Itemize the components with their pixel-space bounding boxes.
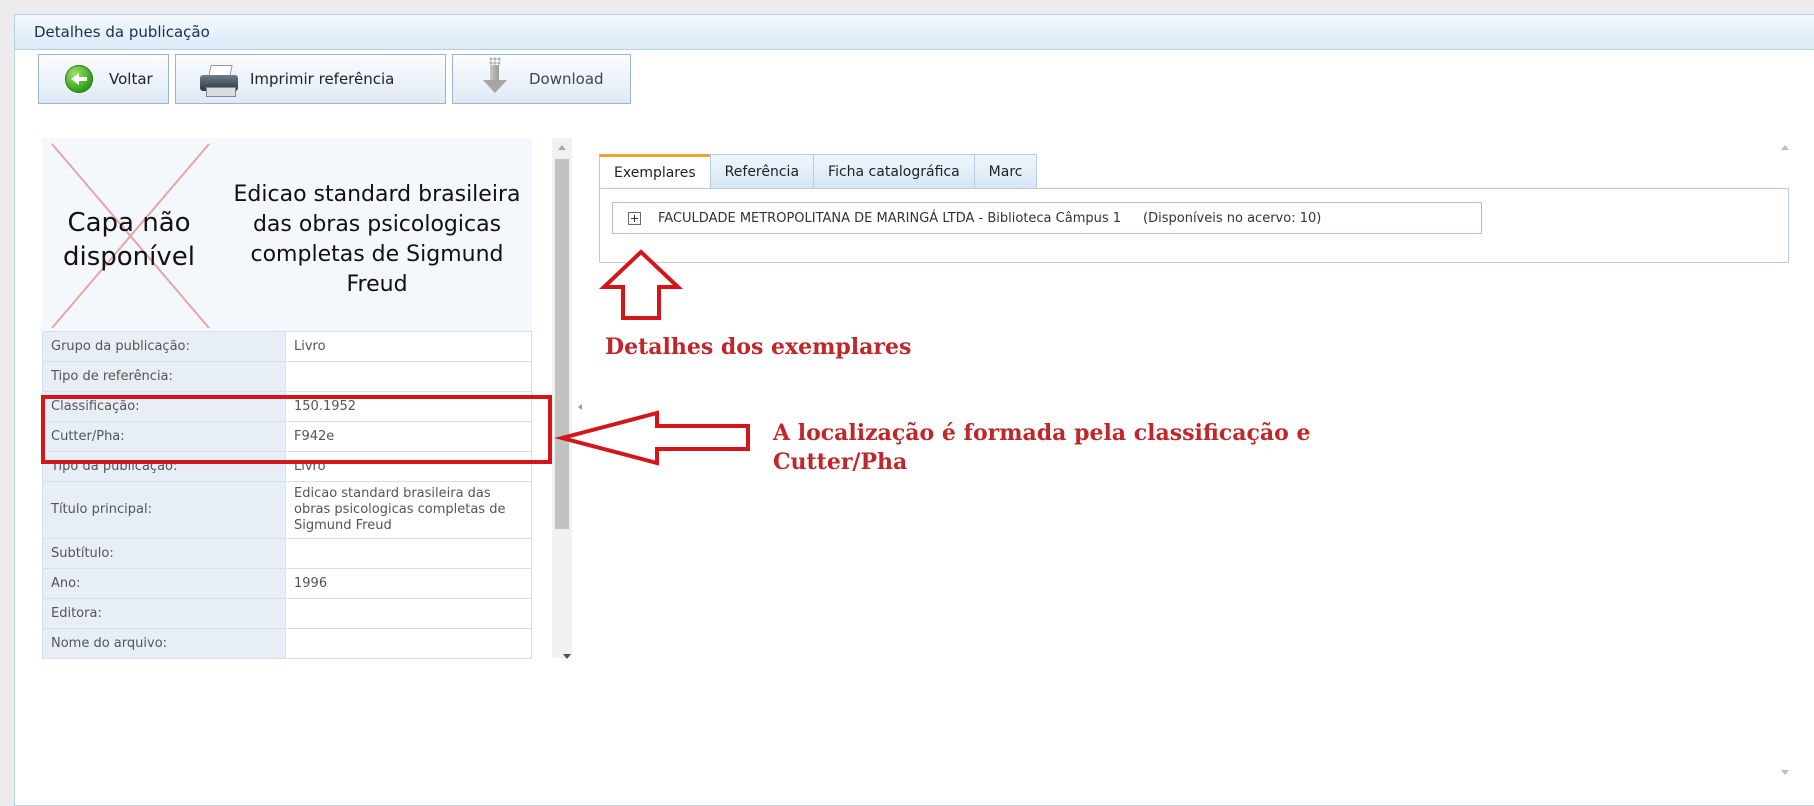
metadata-label: Título principal:	[42, 481, 286, 539]
exemplares-tab-content: FACULDADE METROPOLITANA DE MARINGÁ LTDA …	[599, 188, 1789, 263]
availability-count: (Disponíveis no acervo: 10)	[1143, 210, 1322, 226]
publication-metadata-table: Grupo da publicação: Livro Tipo de referên…	[42, 331, 532, 659]
metadata-row: Nome do arquivo:	[42, 628, 532, 659]
metadata-row: Classificação: 150.1952	[42, 391, 532, 422]
tab-referencia[interactable]: Referência	[709, 154, 815, 189]
metadata-row: Editora:	[42, 598, 532, 629]
metadata-row: Tipo de referência:	[42, 361, 532, 392]
download-arrow-icon	[481, 57, 507, 97]
cover-placeholder-text: Capa não disponível	[63, 208, 195, 272]
metadata-row: Título principal: Edicao standard brasile…	[42, 481, 532, 539]
cover-area: Capa não disponível Edicao standard bras…	[42, 138, 532, 331]
back-arrow-icon	[65, 65, 93, 93]
print-reference-label: Imprimir referência	[250, 70, 395, 88]
metadata-label: Tipo de referência:	[42, 361, 286, 392]
tab-ficha-catalografica[interactable]: Ficha catalográfica	[813, 154, 975, 189]
details-tabs-pane: Exemplares Referência Ficha catalográfic…	[587, 138, 1797, 786]
metadata-label: Grupo da publicação:	[42, 331, 286, 362]
metadata-label: Cutter/Pha:	[42, 421, 286, 452]
scroll-up-icon[interactable]	[1781, 145, 1789, 150]
print-reference-button[interactable]: Imprimir referência	[175, 54, 446, 104]
publication-info-pane: Capa não disponível Edicao standard bras…	[42, 138, 577, 786]
metadata-value	[285, 538, 532, 569]
metadata-label: Editora:	[42, 598, 286, 629]
metadata-row: Subtítulo:	[42, 538, 532, 569]
metadata-value: Edicao standard brasileira das obras psi…	[285, 481, 532, 539]
metadata-label: Subtítulo:	[42, 538, 286, 569]
printer-icon	[198, 63, 240, 97]
metadata-row: Grupo da publicação: Livro	[42, 331, 532, 362]
download-button[interactable]: Download	[452, 54, 631, 104]
metadata-value: 150.1952	[285, 391, 532, 422]
metadata-label: Tipo da publicação:	[42, 451, 286, 482]
scroll-down-icon[interactable]	[563, 654, 571, 659]
left-pane-scrollbar[interactable]	[552, 138, 572, 658]
panel-title: Detalhes da publicação	[15, 15, 1814, 50]
back-button[interactable]: Voltar	[38, 54, 169, 104]
metadata-value: Livro	[285, 331, 532, 362]
library-name: FACULDADE METROPOLITANA DE MARINGÁ LTDA …	[658, 210, 1122, 226]
toolbar: Voltar Imprimir referência Download	[38, 54, 631, 106]
metadata-row: Tipo da publicação: Livro	[42, 451, 532, 482]
download-label: Download	[529, 70, 604, 88]
metadata-value: 1996	[285, 568, 532, 599]
metadata-row: Cutter/Pha: F942e	[42, 421, 532, 452]
metadata-value	[285, 628, 532, 659]
tab-marc[interactable]: Marc	[973, 154, 1038, 189]
back-button-label: Voltar	[109, 70, 153, 88]
tab-bar: Exemplares Referência Ficha catalográfic…	[599, 154, 1038, 193]
metadata-label: Ano:	[42, 568, 286, 599]
library-holdings-row[interactable]: FACULDADE METROPOLITANA DE MARINGÁ LTDA …	[612, 202, 1482, 234]
expand-plus-icon[interactable]	[628, 211, 641, 225]
scroll-thumb[interactable]	[555, 159, 569, 529]
cover-placeholder: Capa não disponível	[44, 140, 214, 330]
metadata-row: Ano: 1996	[42, 568, 532, 599]
scroll-down-icon[interactable]	[1781, 770, 1789, 775]
splitter-collapse-icon[interactable]	[578, 404, 582, 410]
metadata-label: Classificação:	[42, 391, 286, 422]
book-title: Edicao standard brasileira das obras psi…	[233, 182, 521, 297]
metadata-value: Livro	[285, 451, 532, 482]
scroll-up-icon[interactable]	[558, 145, 566, 150]
metadata-label: Nome do arquivo:	[42, 628, 286, 659]
metadata-value	[285, 598, 532, 629]
metadata-value	[285, 361, 532, 392]
metadata-value: F942e	[285, 421, 532, 452]
